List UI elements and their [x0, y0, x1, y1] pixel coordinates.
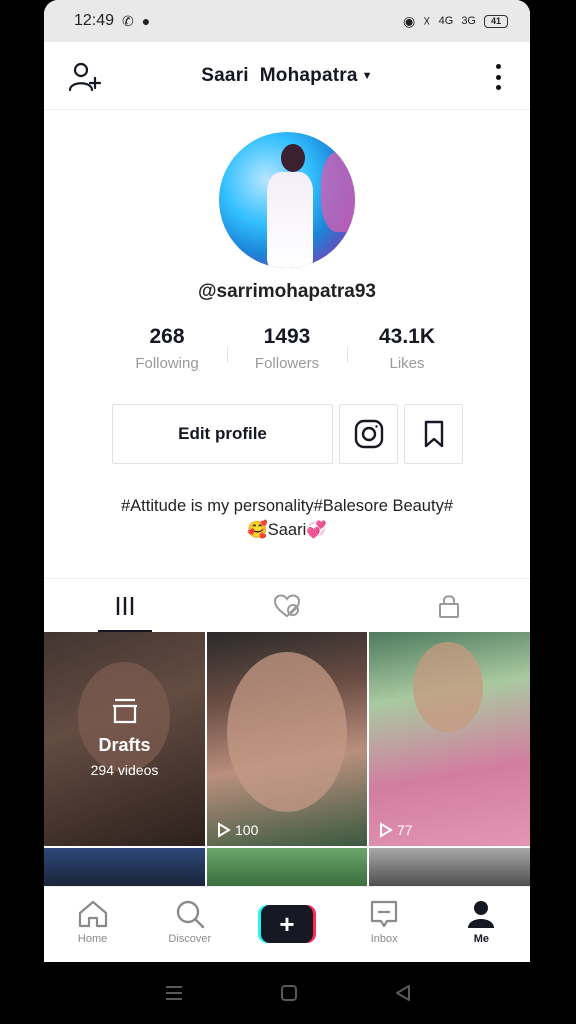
nav-discover-label: Discover	[168, 933, 212, 945]
back-icon[interactable]	[394, 984, 412, 1002]
followers-stat[interactable]: 1493 Followers	[232, 325, 342, 372]
favorites-button[interactable]	[404, 404, 463, 464]
lock-icon	[439, 594, 459, 618]
header-title: Saari Mohapatra	[201, 64, 358, 86]
inbox-icon	[371, 900, 398, 928]
network-label: 4G	[438, 15, 454, 27]
tab-videos[interactable]	[44, 579, 206, 632]
video-tile[interactable]: 77	[369, 632, 530, 846]
video-tile[interactable]: 100	[207, 632, 367, 846]
instagram-icon	[354, 419, 383, 449]
view-count-value: 77	[397, 822, 413, 838]
grid-icon	[116, 596, 134, 615]
view-count-value: 100	[235, 822, 259, 838]
tab-private[interactable]	[368, 579, 530, 632]
view-count: 100	[217, 822, 258, 838]
instagram-button[interactable]	[339, 404, 398, 464]
edit-profile-button[interactable]: Edit profile	[112, 404, 333, 464]
nav-home-label: Home	[77, 933, 108, 945]
video-tile[interactable]	[207, 848, 367, 888]
following-count: 268	[149, 325, 185, 348]
following-label: Following	[135, 355, 199, 372]
likes-count: 43.1K	[378, 325, 436, 348]
drafts-title: Drafts	[98, 735, 151, 755]
account-switcher[interactable]: Saari Mohapatra ▼	[201, 65, 372, 87]
app-screen: 12:49 ✆ ● ◉ ☓ 4G 3G 41 Saari Mohapatra ▼…	[44, 0, 530, 962]
battery-icon: 41	[484, 14, 508, 28]
network2-label: 3G	[461, 15, 476, 27]
view-count: 77	[379, 822, 413, 838]
avatar[interactable]	[219, 132, 355, 268]
add-user-icon[interactable]	[68, 60, 102, 94]
location-icon: ◉	[402, 12, 416, 29]
drafts-tile[interactable]: Drafts 294 videos	[44, 632, 205, 846]
chevron-down-icon: ▼	[361, 69, 373, 82]
drafts-icon	[112, 698, 137, 724]
create-button[interactable]: +	[258, 905, 316, 943]
bio-line-1: #Attitude is my personality#Balesore Bea…	[120, 497, 453, 515]
recent-apps-icon[interactable]	[164, 984, 184, 1002]
notification-icon: ●	[141, 13, 151, 29]
profile-tabs	[44, 578, 530, 632]
profile-icon	[468, 901, 495, 928]
plus-icon: +	[261, 905, 313, 943]
status-time: 12:49	[74, 12, 115, 29]
play-icon	[218, 822, 231, 838]
nav-inbox[interactable]: Inbox	[336, 887, 433, 962]
nav-me-label: Me	[473, 933, 490, 945]
liked-hidden-icon	[273, 593, 301, 617]
nav-create[interactable]: +	[238, 887, 335, 962]
nav-home[interactable]: Home	[44, 887, 141, 962]
profile-actions: Edit profile	[112, 404, 463, 464]
nav-discover[interactable]: Discover	[141, 887, 238, 962]
followers-count: 1493	[263, 325, 311, 348]
profile-header: Saari Mohapatra ▼	[44, 42, 530, 110]
nav-me[interactable]: Me	[433, 887, 530, 962]
profile-stats: 268 Following 1493 Followers 43.1K Likes	[112, 325, 462, 372]
likes-label: Likes	[389, 355, 425, 372]
nav-inbox-label: Inbox	[370, 933, 398, 945]
mute-icon: ☓	[423, 12, 431, 29]
bookmark-icon	[424, 420, 443, 448]
system-nav-bar	[0, 962, 576, 1024]
more-options-icon[interactable]	[490, 62, 506, 92]
user-handle: @sarrimohapatra93	[198, 281, 376, 302]
tab-liked[interactable]	[206, 579, 368, 632]
likes-stat[interactable]: 43.1K Likes	[352, 325, 462, 372]
status-bar: 12:49 ✆ ● ◉ ☓ 4G 3G 41	[44, 0, 530, 42]
play-icon	[380, 822, 393, 838]
video-tile[interactable]	[369, 848, 530, 888]
search-icon	[176, 900, 204, 929]
profile-bio: #Attitude is my personality#Balesore Bea…	[44, 494, 530, 542]
home-button-icon[interactable]	[280, 984, 298, 1002]
drafts-count: 294 videos	[90, 762, 159, 778]
following-stat[interactable]: 268 Following	[112, 325, 222, 372]
video-grid: Drafts 294 videos 100 77	[44, 632, 530, 888]
followers-label: Followers	[254, 355, 320, 372]
video-tile[interactable]	[44, 848, 205, 888]
whatsapp-icon: ✆	[122, 12, 134, 29]
bio-line-2: 🥰Saari💞	[247, 521, 327, 539]
home-icon	[78, 900, 107, 928]
bottom-nav: Home Discover + Inbox Me	[44, 886, 530, 962]
